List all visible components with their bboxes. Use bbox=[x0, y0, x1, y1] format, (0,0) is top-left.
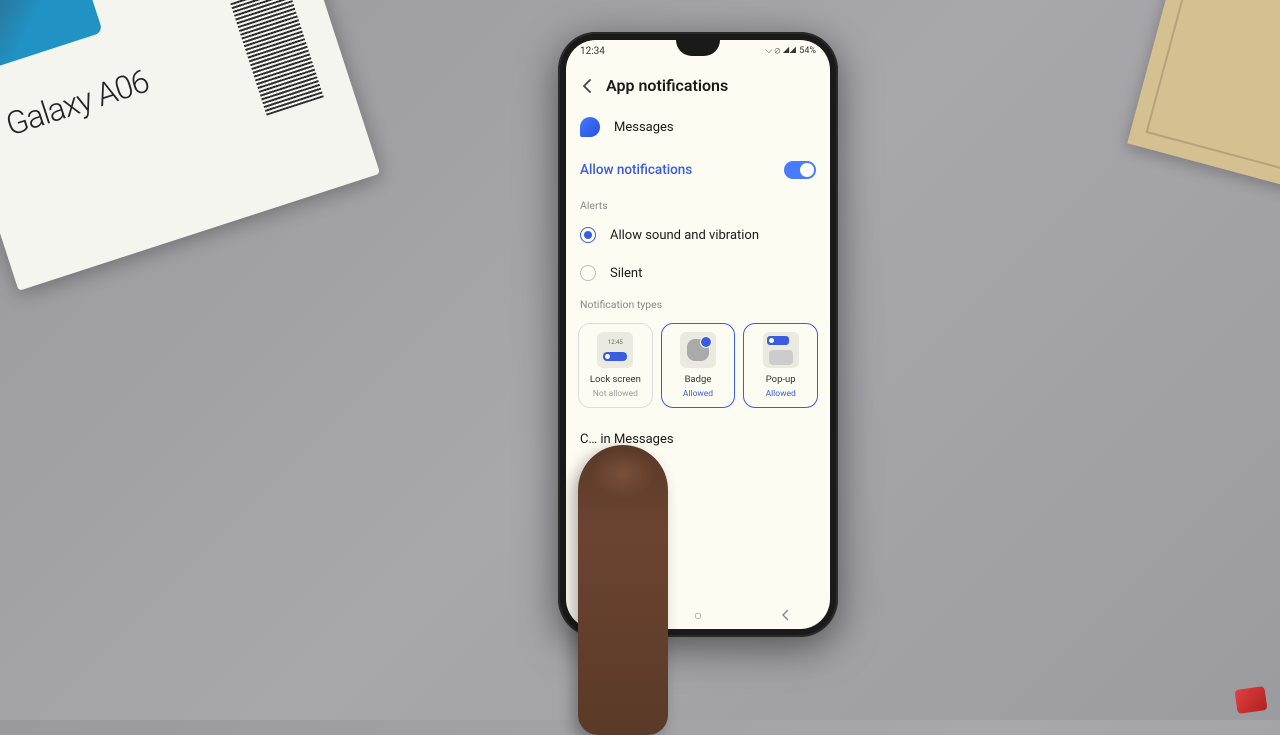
radio-label: Silent bbox=[610, 266, 642, 281]
header: App notifications bbox=[566, 62, 830, 107]
radio-sound-vibration[interactable]: Allow sound and vibration bbox=[566, 216, 830, 254]
radio-silent[interactable]: Silent bbox=[566, 254, 830, 292]
messages-app-icon bbox=[580, 117, 600, 137]
product-box-label: Galaxy A06 bbox=[1, 62, 153, 144]
chevron-left-icon bbox=[582, 79, 592, 93]
type-status: Allowed bbox=[766, 389, 796, 399]
product-box-prop: Galaxy A06 bbox=[0, 0, 380, 291]
nav-back[interactable] bbox=[761, 609, 811, 621]
lockscreen-preview-icon: 12:45 bbox=[597, 332, 633, 368]
allow-label: Allow notifications bbox=[580, 162, 692, 178]
badge-preview-icon bbox=[680, 332, 716, 368]
status-time: 12:34 bbox=[580, 46, 605, 57]
type-status: Allowed bbox=[683, 389, 713, 399]
app-name: Messages bbox=[614, 120, 674, 135]
nav-home[interactable]: ○ bbox=[673, 607, 723, 624]
notification-types-grid: 12:45 Lock screen Not allowed Badge Allo… bbox=[566, 315, 830, 422]
barcode-graphic bbox=[230, 0, 324, 116]
status-battery: 54% bbox=[799, 46, 816, 56]
popup-preview-icon bbox=[763, 332, 799, 368]
allow-notifications-row[interactable]: Allow notifications bbox=[566, 147, 830, 193]
alerts-section-label: Alerts bbox=[566, 193, 830, 216]
type-title: Badge bbox=[685, 374, 712, 385]
back-button[interactable] bbox=[578, 77, 596, 95]
status-right: ⌵ ⊘ ◢◢ 54% bbox=[765, 46, 816, 56]
finger-overlay bbox=[578, 445, 668, 735]
wooden-prop bbox=[1127, 0, 1280, 190]
type-status: Not allowed bbox=[593, 389, 638, 399]
allow-toggle[interactable] bbox=[784, 161, 816, 179]
type-card-badge[interactable]: Badge Allowed bbox=[661, 323, 736, 408]
chevron-left-icon bbox=[781, 609, 791, 621]
app-row[interactable]: Messages bbox=[566, 107, 830, 147]
status-icons: ⌵ ⊘ ◢◢ bbox=[765, 46, 796, 56]
type-card-popup[interactable]: Pop-up Allowed bbox=[743, 323, 818, 408]
radio-label: Allow sound and vibration bbox=[610, 228, 759, 243]
radio-button[interactable] bbox=[580, 265, 596, 281]
type-title: Pop-up bbox=[766, 374, 796, 385]
radio-button[interactable] bbox=[580, 227, 596, 243]
type-card-lockscreen[interactable]: 12:45 Lock screen Not allowed bbox=[578, 323, 653, 408]
type-title: Lock screen bbox=[590, 374, 641, 385]
watermark-icon bbox=[1234, 686, 1267, 714]
types-section-label: Notification types bbox=[566, 292, 830, 315]
page-title: App notifications bbox=[606, 76, 728, 95]
